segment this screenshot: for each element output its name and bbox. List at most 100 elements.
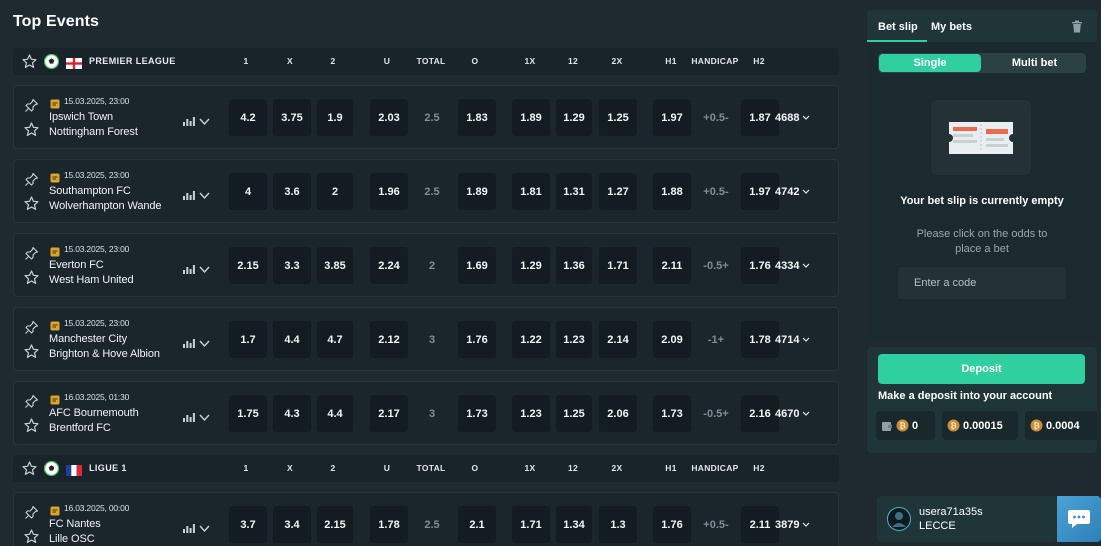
pin-icon[interactable] xyxy=(24,172,39,187)
odd-u[interactable]: 1.78 xyxy=(370,506,408,543)
stats-icon[interactable] xyxy=(183,113,195,126)
away-team[interactable]: Brighton & Hove Albion xyxy=(49,348,160,360)
star-icon[interactable] xyxy=(24,122,39,137)
chat-button[interactable] xyxy=(1057,496,1101,542)
away-team[interactable]: Lille OSC xyxy=(49,533,95,545)
more-markets-button[interactable]: 4670 xyxy=(775,395,810,432)
pin-icon[interactable] xyxy=(24,394,39,409)
match-row[interactable]: 15.03.2025, 23:00 Everton FC West Ham Unit… xyxy=(13,233,839,297)
away-team[interactable]: Wolverhampton Wande xyxy=(49,200,161,212)
odd-o1[interactable]: 4.2 xyxy=(229,99,267,136)
odd-x[interactable]: 3.6 xyxy=(273,173,311,210)
odd-h1[interactable]: 1.97 xyxy=(653,99,691,136)
balance-chip-extra[interactable]: ₿ 0.0004 xyxy=(1025,411,1097,440)
home-team[interactable]: AFC Bournemouth xyxy=(49,407,139,419)
odd-o[interactable]: 1.69 xyxy=(458,247,496,284)
promo-code-input[interactable] xyxy=(898,267,1066,299)
odd-o2x[interactable]: 1.71 xyxy=(599,247,637,284)
deposit-button[interactable]: Deposit xyxy=(878,354,1085,384)
odd-o1x[interactable]: 1.81 xyxy=(512,173,550,210)
user-card[interactable]: usera71a35s LECCE xyxy=(877,496,1057,542)
odd-o1x[interactable]: 1.71 xyxy=(512,506,550,543)
more-markets-button[interactable]: 4334 xyxy=(775,247,810,284)
odd-u[interactable]: 2.24 xyxy=(370,247,408,284)
star-icon[interactable] xyxy=(22,461,37,476)
odd-x[interactable]: 3.4 xyxy=(273,506,311,543)
chevron-down-icon[interactable] xyxy=(199,113,210,126)
odd-o1[interactable]: 3.7 xyxy=(229,506,267,543)
odd-o[interactable]: 1.83 xyxy=(458,99,496,136)
odd-h1[interactable]: 1.73 xyxy=(653,395,691,432)
odd-h1[interactable]: 1.88 xyxy=(653,173,691,210)
odd-o2[interactable]: 1.9 xyxy=(317,99,353,136)
away-team[interactable]: Brentford FC xyxy=(49,422,111,434)
balance-chip-bonus[interactable]: ₿ 0.00015 xyxy=(942,411,1018,440)
away-team[interactable]: Nottingham Forest xyxy=(49,126,138,138)
chevron-down-icon[interactable] xyxy=(199,335,210,348)
star-icon[interactable] xyxy=(24,270,39,285)
odd-h2[interactable]: 2.11 xyxy=(741,506,779,543)
odd-h1[interactable]: 2.11 xyxy=(653,247,691,284)
star-icon[interactable] xyxy=(22,54,37,69)
trash-icon[interactable] xyxy=(1071,20,1083,33)
tab-mybets[interactable]: My bets xyxy=(931,21,972,33)
home-team[interactable]: Ipswich Town xyxy=(49,111,113,123)
stats-icon[interactable] xyxy=(183,335,195,348)
chevron-down-icon[interactable] xyxy=(199,409,210,422)
balance-chip-main[interactable]: ₿ 0 xyxy=(876,411,935,440)
tab-betslip[interactable]: Bet slip xyxy=(878,21,918,33)
odd-o1[interactable]: 2.15 xyxy=(229,247,267,284)
pin-icon[interactable] xyxy=(24,98,39,113)
odd-o12[interactable]: 1.23 xyxy=(556,321,592,358)
more-markets-button[interactable]: 3879 xyxy=(775,506,810,543)
odd-o2[interactable]: 4.4 xyxy=(317,395,353,432)
odd-h1[interactable]: 1.76 xyxy=(653,506,691,543)
more-markets-button[interactable]: 4742 xyxy=(775,173,810,210)
odd-o[interactable]: 1.73 xyxy=(458,395,496,432)
more-markets-button[interactable]: 4714 xyxy=(775,321,810,358)
odd-o12[interactable]: 1.36 xyxy=(556,247,592,284)
odd-h1[interactable]: 2.09 xyxy=(653,321,691,358)
odd-u[interactable]: 1.96 xyxy=(370,173,408,210)
pin-icon[interactable] xyxy=(24,505,39,520)
star-icon[interactable] xyxy=(24,529,39,544)
odd-o[interactable]: 2.1 xyxy=(458,506,496,543)
odd-o2x[interactable]: 2.14 xyxy=(599,321,637,358)
match-row[interactable]: 15.03.2025, 23:00 Manchester City Brighton… xyxy=(13,307,839,371)
odd-u[interactable]: 2.12 xyxy=(370,321,408,358)
odd-h2[interactable]: 1.76 xyxy=(741,247,779,284)
odd-o12[interactable]: 1.31 xyxy=(556,173,592,210)
odd-o1[interactable]: 1.75 xyxy=(229,395,267,432)
odd-h2[interactable]: 1.87 xyxy=(741,99,779,136)
odd-o2[interactable]: 2.15 xyxy=(317,506,353,543)
home-team[interactable]: Everton FC xyxy=(49,259,104,271)
star-icon[interactable] xyxy=(24,344,39,359)
match-row[interactable]: 15.03.2025, 23:00 Southampton FC Wolverham… xyxy=(13,159,839,223)
odd-o1x[interactable]: 1.22 xyxy=(512,321,550,358)
stats-icon[interactable] xyxy=(183,409,195,422)
odd-x[interactable]: 4.4 xyxy=(273,321,311,358)
chevron-down-icon[interactable] xyxy=(199,187,210,200)
odd-o[interactable]: 1.76 xyxy=(458,321,496,358)
odd-h2[interactable]: 2.16 xyxy=(741,395,779,432)
match-row[interactable]: 15.03.2025, 23:00 Ipswich Town Nottingham … xyxy=(13,85,839,149)
pin-icon[interactable] xyxy=(24,246,39,261)
more-markets-button[interactable]: 4688 xyxy=(775,99,810,136)
odd-x[interactable]: 4.3 xyxy=(273,395,311,432)
odd-o2x[interactable]: 1.25 xyxy=(599,99,637,136)
odd-o12[interactable]: 1.25 xyxy=(556,395,592,432)
odd-o2x[interactable]: 1.27 xyxy=(599,173,637,210)
stats-icon[interactable] xyxy=(183,261,195,274)
chevron-down-icon[interactable] xyxy=(199,261,210,274)
odd-h2[interactable]: 1.78 xyxy=(741,321,779,358)
odd-u[interactable]: 2.03 xyxy=(370,99,408,136)
match-row[interactable]: 16.03.2025, 00:00 FC Nantes Lille OSC 3.7 3.… xyxy=(13,492,839,546)
home-team[interactable]: Manchester City xyxy=(49,333,127,345)
odd-o2[interactable]: 2 xyxy=(317,173,353,210)
pin-icon[interactable] xyxy=(24,320,39,335)
chevron-down-icon[interactable] xyxy=(199,520,210,533)
home-team[interactable]: Southampton FC xyxy=(49,185,131,197)
away-team[interactable]: West Ham United xyxy=(49,274,134,286)
odd-o1[interactable]: 1.7 xyxy=(229,321,267,358)
odd-o2x[interactable]: 1.3 xyxy=(599,506,637,543)
